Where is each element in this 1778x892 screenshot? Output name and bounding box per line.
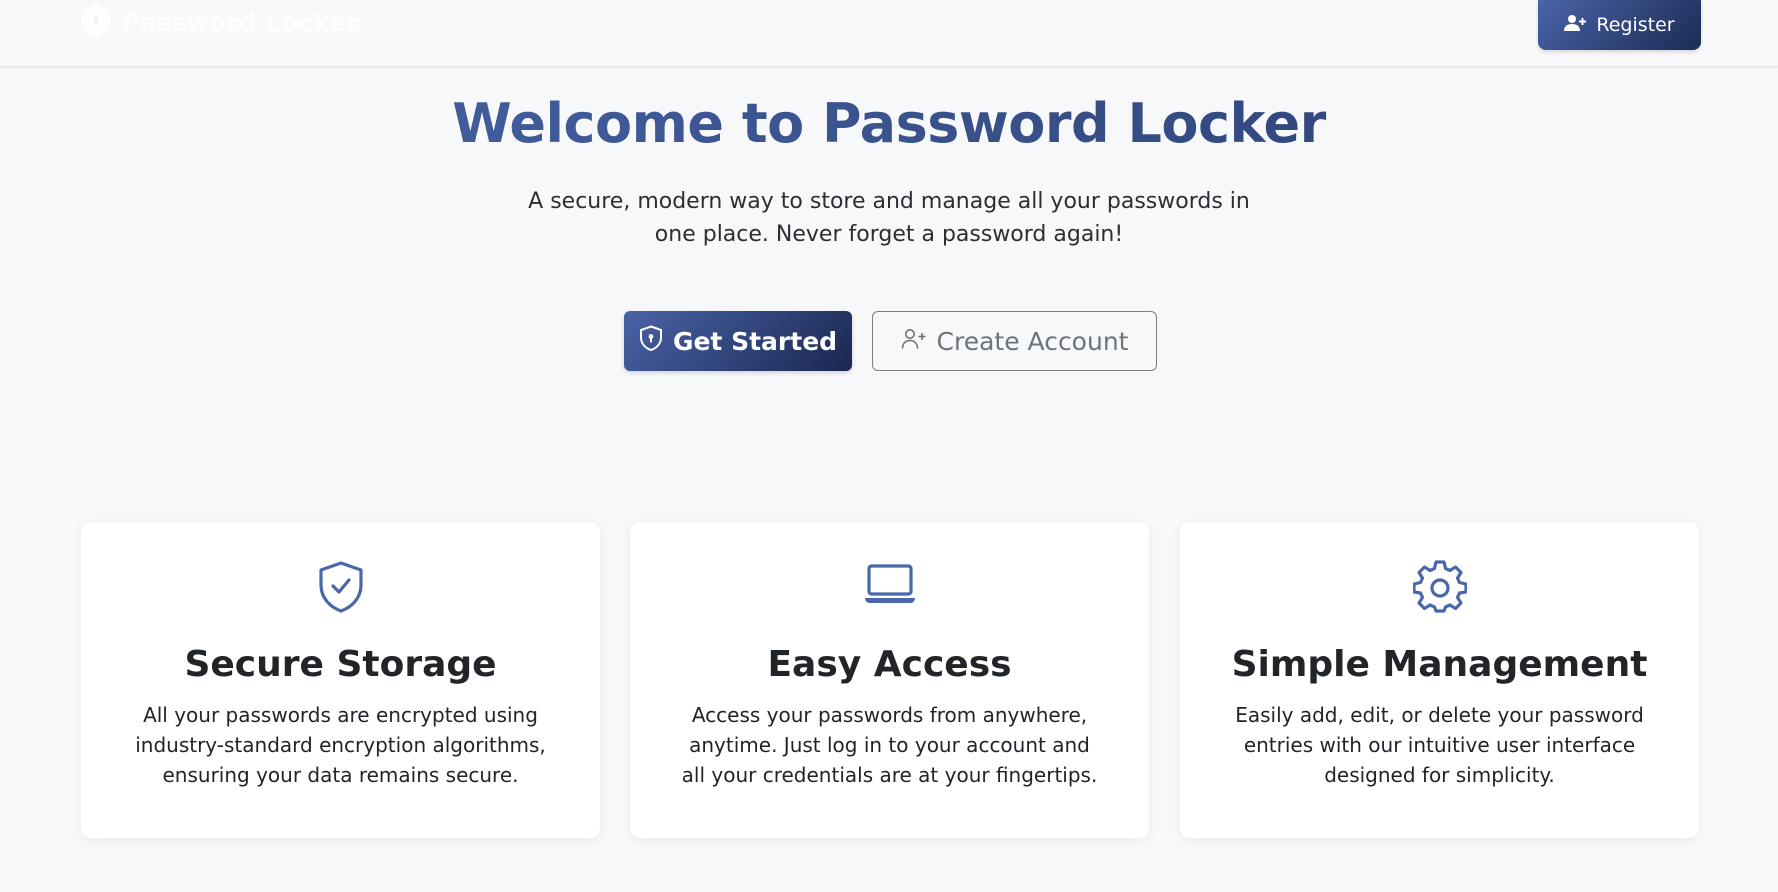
shield-check-icon bbox=[81, 560, 600, 614]
brand-link[interactable]: Password Locker bbox=[80, 4, 359, 40]
feature-card-secure-storage: Secure Storage All your passwords are en… bbox=[81, 522, 600, 838]
register-label: Register bbox=[1596, 14, 1675, 36]
feature-card-simple-management: Simple Management Easily add, edit, or d… bbox=[1180, 522, 1699, 838]
hero-subtitle: A secure, modern way to store and manage… bbox=[528, 189, 1250, 247]
feature-card-easy-access: Easy Access Access your passwords from a… bbox=[630, 522, 1149, 838]
brand-name: Password Locker bbox=[122, 7, 359, 37]
user-plus-icon bbox=[1564, 14, 1587, 37]
feature-title: Secure Storage bbox=[184, 644, 497, 685]
get-started-button[interactable]: Get Started bbox=[624, 311, 852, 371]
shield-icon bbox=[80, 4, 112, 40]
feature-title: Simple Management bbox=[1231, 644, 1648, 685]
navbar: Password Locker Register bbox=[0, 0, 1778, 67]
feature-text: All your passwords are encrypted using i… bbox=[135, 703, 546, 787]
get-started-label: Get Started bbox=[672, 326, 838, 356]
laptop-icon bbox=[630, 560, 1149, 606]
user-plus-icon bbox=[901, 327, 927, 356]
feature-text: Easily add, edit, or delete your passwor… bbox=[1235, 703, 1644, 787]
page-title: Welcome to Password Locker bbox=[0, 92, 1778, 155]
create-account-label: Create Account bbox=[936, 326, 1129, 356]
create-account-button[interactable]: Create Account bbox=[872, 311, 1157, 371]
shield-lock-icon bbox=[639, 325, 663, 357]
feature-text: Access your passwords from anywhere, any… bbox=[681, 703, 1098, 787]
feature-title: Easy Access bbox=[767, 644, 1012, 685]
gear-icon bbox=[1180, 560, 1699, 614]
register-button[interactable]: Register bbox=[1538, 0, 1701, 50]
